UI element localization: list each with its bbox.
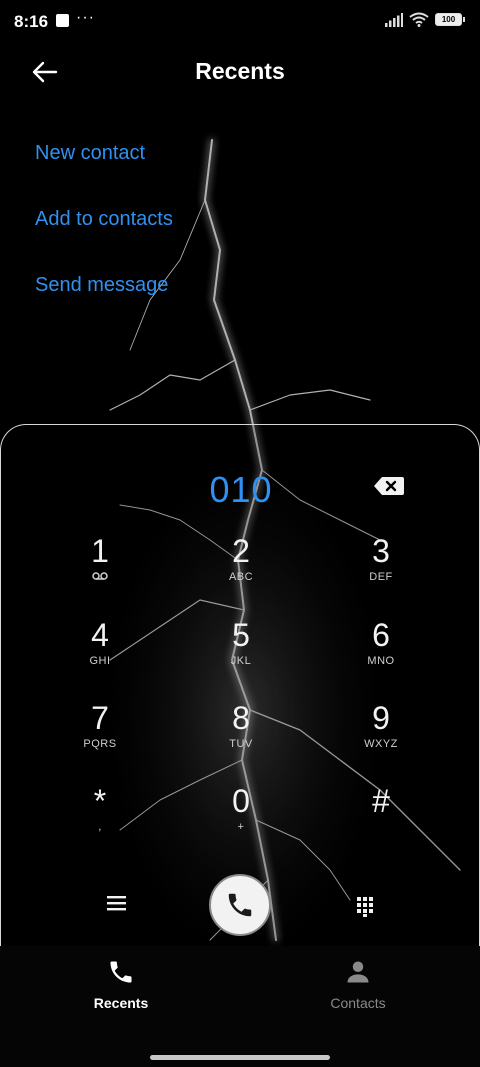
status-bar: 8:16 ··· 100: [0, 0, 480, 44]
key-digit: 1: [91, 533, 109, 569]
key-digit: 3: [372, 533, 390, 569]
key-letters: DEF: [369, 571, 393, 583]
key-letters: WXYZ: [364, 738, 398, 750]
key-digit: 9: [372, 700, 390, 736]
tab-label: Recents: [93, 995, 149, 1011]
key-digit: 5: [232, 617, 250, 653]
key-4[interactable]: 4 GHI: [45, 617, 155, 689]
phone-icon: [228, 893, 252, 917]
key-2[interactable]: 2 ABC: [186, 533, 296, 605]
dialed-number: 010: [209, 469, 273, 510]
key-5[interactable]: 5 JKL: [186, 617, 296, 689]
key-9[interactable]: 9 WXYZ: [326, 700, 436, 772]
key-letters: GHI: [89, 655, 111, 667]
backspace-button[interactable]: [373, 475, 405, 497]
key-7[interactable]: 7 PQRS: [45, 700, 155, 772]
key-letters: ABC: [228, 571, 254, 583]
key-8[interactable]: 8 TUV: [186, 700, 296, 772]
key-hash[interactable]: #: [326, 783, 436, 855]
more-notifications-icon: ···: [76, 9, 95, 26]
key-digit: 6: [372, 617, 390, 653]
key-digit: #: [372, 783, 390, 819]
home-indicator[interactable]: [150, 1055, 330, 1060]
key-1[interactable]: 1: [45, 533, 155, 605]
battery-icon: 100: [435, 13, 465, 26]
key-digit: 2: [232, 533, 250, 569]
key-digit: 4: [91, 617, 109, 653]
key-digit: *: [93, 783, 107, 819]
signal-icon: [385, 12, 403, 27]
page-title: Recents: [195, 58, 285, 84]
key-digit: 8: [232, 700, 250, 736]
bottom-navigation: Recents Contacts: [0, 946, 480, 1067]
call-button[interactable]: [209, 874, 271, 936]
menu-icon: [107, 896, 126, 911]
key-letters: +: [237, 821, 245, 833]
key-letters: ,: [98, 821, 102, 833]
tab-contacts[interactable]: Contacts: [288, 958, 428, 1011]
tab-recents[interactable]: Recents: [51, 958, 191, 1011]
dialpad-panel: 010 1 2 ABC 3 DEF 4 GHI 5 JKL 6 MNO 7 PQ…: [0, 424, 480, 946]
status-icons: 100: [385, 12, 465, 27]
person-icon: [347, 961, 369, 983]
key-letters: [326, 821, 436, 835]
key-digit: 0: [232, 783, 250, 819]
status-time: 8:16: [14, 12, 49, 31]
send-message-link[interactable]: Send message: [35, 270, 173, 336]
backspace-icon: [374, 477, 404, 495]
key-star[interactable]: * ,: [45, 783, 155, 855]
key-3[interactable]: 3 DEF: [326, 533, 436, 605]
header: Recents: [0, 48, 480, 94]
key-letters: TUV: [229, 738, 253, 750]
key-digit: 7: [91, 700, 109, 736]
action-list: New contact Add to contacts Send message: [35, 138, 173, 336]
key-letters: MNO: [367, 655, 395, 667]
dialpad-toggle-button[interactable]: [355, 895, 375, 917]
tab-label: Contacts: [330, 995, 386, 1011]
key-letters: PQRS: [83, 738, 117, 750]
key-0[interactable]: 0 +: [186, 783, 296, 855]
dialpad-grid-icon: [357, 897, 373, 917]
wifi-icon: [409, 12, 429, 27]
notification-icon: [56, 14, 69, 27]
menu-button[interactable]: [105, 893, 129, 913]
new-contact-link[interactable]: New contact: [35, 138, 173, 204]
phone-icon: [110, 961, 132, 983]
add-to-contacts-link[interactable]: Add to contacts: [35, 204, 173, 270]
key-6[interactable]: 6 MNO: [326, 617, 436, 689]
key-letters: JKL: [230, 655, 252, 667]
voicemail-icon: [45, 571, 155, 585]
